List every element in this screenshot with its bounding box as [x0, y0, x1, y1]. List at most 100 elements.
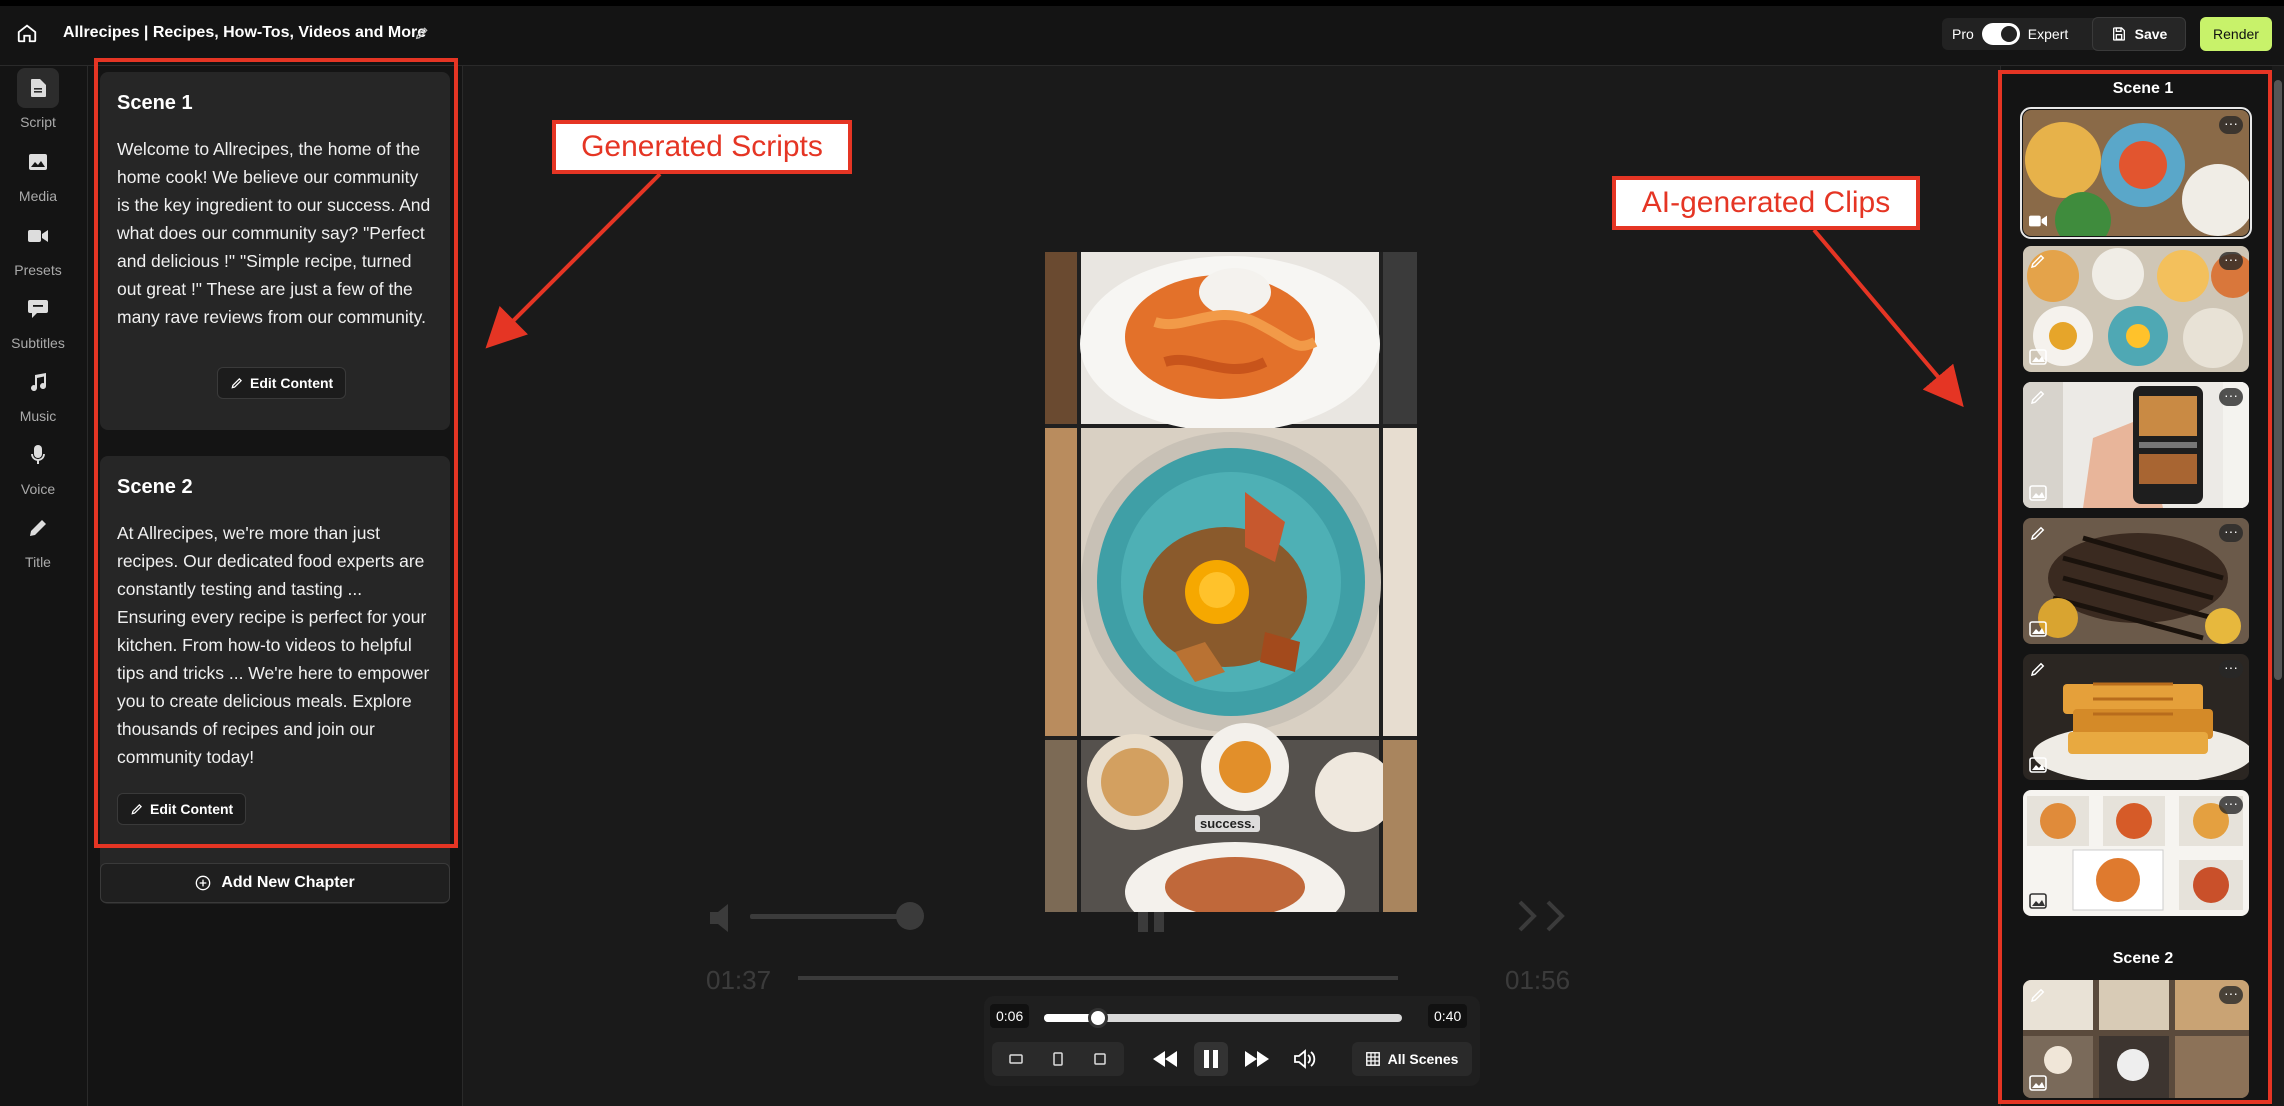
add-new-chapter-label: Add New Chapter: [221, 874, 355, 891]
clip-more-button[interactable]: ···: [2219, 388, 2243, 406]
scene-card-1[interactable]: Scene 1 Welcome to Allrecipes, the home …: [100, 72, 450, 430]
scene-title: Scene 1: [117, 92, 193, 114]
all-scenes-button[interactable]: All Scenes: [1352, 1042, 1472, 1076]
project-title[interactable]: Allrecipes | Recipes, How-Tos, Videos an…: [63, 24, 426, 42]
pause-icon: [1204, 1050, 1218, 1068]
nav-item-music[interactable]: Music: [0, 362, 76, 424]
nav-label-title: Title: [25, 554, 51, 570]
video-camera-icon: [28, 230, 48, 242]
generated-scripts-callout: Generated Scripts: [552, 120, 852, 174]
pencil-icon: [2030, 254, 2045, 269]
portrait-ratio-button[interactable]: [1040, 1042, 1076, 1076]
ghost-time-left: 01:37: [706, 965, 772, 995]
image-icon: [2029, 893, 2047, 909]
nav-item-subtitles[interactable]: Subtitles: [0, 289, 76, 351]
nav-item-presets[interactable]: Presets: [0, 216, 76, 278]
edit-content-button[interactable]: Edit Content: [117, 793, 247, 825]
image-icon: [2029, 1075, 2047, 1091]
add-new-chapter-button[interactable]: Add New Chapter: [100, 863, 450, 903]
image-icon: [2029, 757, 2047, 773]
image-icon: [2029, 485, 2047, 501]
ghost-time-right: 01:56: [1505, 965, 1571, 995]
pencil-icon: [2030, 526, 2045, 541]
mode-toggle[interactable]: Pro Expert: [1942, 18, 2102, 50]
pencil-icon: [131, 804, 142, 815]
clip-thumbnail[interactable]: ···: [2023, 518, 2249, 644]
home-icon: [17, 24, 37, 43]
rewind-button[interactable]: [1148, 1042, 1182, 1076]
progress-bar[interactable]: [1044, 1008, 1402, 1028]
nav-item-media[interactable]: Media: [0, 142, 76, 204]
nav-label-music: Music: [19, 408, 57, 424]
clip-thumbnail[interactable]: ···: [2023, 980, 2249, 1098]
clip-thumbnail[interactable]: ···: [2023, 654, 2249, 780]
scripts-arrow: [485, 172, 662, 349]
nav-item-title[interactable]: Title: [0, 508, 76, 570]
nav-label-presets: Presets: [14, 262, 62, 278]
duration-time: 0:40: [1428, 1004, 1468, 1028]
landscape-ratio-button[interactable]: [998, 1042, 1034, 1076]
nav-item-voice[interactable]: Voice: [0, 435, 76, 497]
clip-image: [2023, 246, 2249, 372]
progress-handle[interactable]: [1087, 1008, 1108, 1028]
square-rect-icon: [1094, 1053, 1106, 1065]
pause-button[interactable]: [1194, 1042, 1228, 1076]
pencil-icon: [2030, 662, 2045, 677]
pencil-icon: [231, 378, 242, 389]
square-ratio-button[interactable]: [1082, 1042, 1118, 1076]
clip-more-button[interactable]: ···: [2219, 252, 2243, 270]
clip-more-button[interactable]: ···: [2219, 796, 2243, 814]
scene-script-text[interactable]: Welcome to Allrecipes, the home of the h…: [117, 135, 433, 353]
clip-more-button[interactable]: ···: [2219, 524, 2243, 542]
edit-content-button[interactable]: Edit Content: [217, 367, 347, 399]
clip-thumbnail[interactable]: ···: [2020, 107, 2252, 239]
clip-more-button[interactable]: ···: [2219, 116, 2243, 134]
microphone-icon: [31, 445, 45, 464]
plus-circle-icon: [195, 875, 211, 891]
edit-content-label: Edit Content: [150, 801, 234, 817]
fast-forward-icon: [1245, 1051, 1269, 1067]
clip-more-button[interactable]: ···: [2219, 660, 2243, 678]
ai-generated-clips-callout: AI-generated Clips: [1612, 176, 1920, 230]
image-icon: [2029, 349, 2047, 365]
home-button[interactable]: [14, 20, 40, 46]
volume-button[interactable]: [1288, 1042, 1322, 1076]
clip-image: [2023, 654, 2249, 780]
clip-more-button[interactable]: ···: [2219, 986, 2243, 1004]
clips-scene-heading: Scene 1: [2112, 80, 2174, 97]
document-icon: [31, 79, 46, 97]
nav-label-subtitles: Subtitles: [11, 335, 65, 351]
video-preview[interactable]: success.: [1045, 252, 1417, 912]
scene-title: Scene 2: [117, 476, 193, 498]
image-icon: [29, 154, 47, 170]
clip-image: [2023, 790, 2249, 916]
scene-card-2[interactable]: Scene 2 At Allrecipes, we're more than j…: [100, 456, 450, 904]
fast-forward-button[interactable]: [1240, 1042, 1274, 1076]
all-scenes-label: All Scenes: [1387, 1051, 1459, 1067]
top-bar: Allrecipes | Recipes, How-Tos, Videos an…: [0, 0, 2284, 66]
pencil-icon: [2030, 390, 2045, 405]
mode-switch[interactable]: [1981, 23, 2020, 45]
save-button[interactable]: Save: [2092, 17, 2186, 51]
clip-thumbnail[interactable]: ···: [2023, 246, 2249, 372]
pencil-icon[interactable]: [414, 25, 430, 41]
music-note-icon: [31, 373, 46, 391]
preview-caption: success.: [1195, 815, 1260, 832]
clip-image: [2023, 382, 2249, 508]
save-label: Save: [2134, 26, 2168, 42]
nav-item-script[interactable]: Script: [0, 68, 76, 130]
script-panel: Scene 1 Welcome to Allrecipes, the home …: [88, 66, 463, 1106]
render-button[interactable]: Render: [2200, 17, 2272, 51]
portrait-rect-icon: [1053, 1052, 1063, 1066]
player-controls: 0:06 0:40 All Scenes: [984, 996, 1480, 1086]
clip-image: [2023, 110, 2249, 236]
grid-icon: [1365, 1052, 1380, 1066]
clip-thumbnail[interactable]: ···: [2023, 382, 2249, 508]
clip-thumbnail[interactable]: ···: [2023, 790, 2249, 916]
pencil-icon: [2030, 988, 2045, 1003]
scene-script-text[interactable]: At Allrecipes, we're more than just reci…: [117, 519, 433, 771]
edit-content-label: Edit Content: [250, 375, 334, 391]
clips-panel: Scene 1 ··· ··· ··· ··· ··· ··· Scene 2: [2000, 66, 2284, 1106]
clips-scrollbar-thumb[interactable]: [2274, 80, 2282, 680]
video-camera-icon: [2029, 215, 2047, 227]
